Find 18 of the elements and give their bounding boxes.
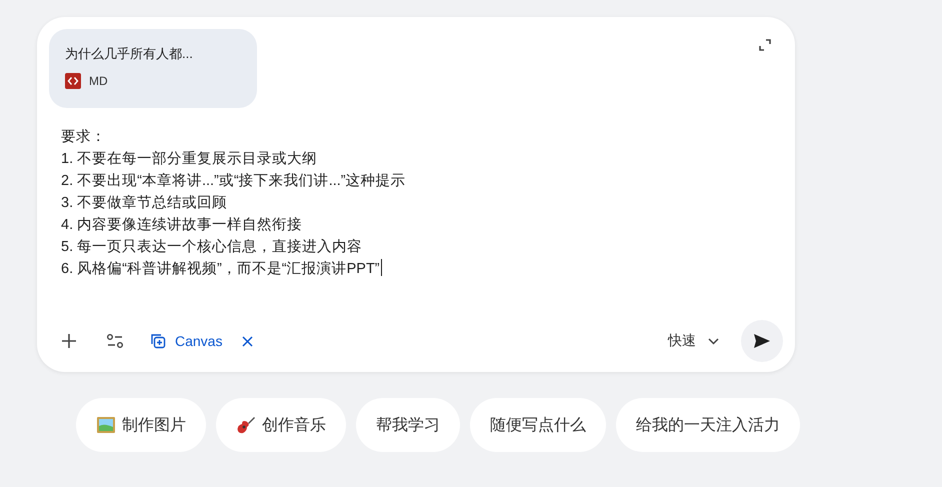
canvas-icon: [149, 332, 167, 350]
suggestion-chip[interactable]: 帮我学习: [356, 398, 460, 452]
canvas-tool-chip[interactable]: Canvas: [141, 323, 230, 359]
framed-picture-icon: [96, 415, 116, 435]
suggestion-chip[interactable]: 制作图片: [76, 398, 206, 452]
suggestion-chip[interactable]: 创作音乐: [216, 398, 346, 452]
text-cursor: [380, 259, 382, 276]
file-type-label: MD: [89, 74, 108, 88]
file-attachment-card[interactable]: 为什么几乎所有人都... MD: [49, 29, 257, 108]
chevron-down-icon: [708, 338, 719, 344]
send-icon[interactable]: [741, 320, 783, 362]
prompt-field[interactable]: 要求： 1. 不要在每一部分重复展示目录或大纲 2. 不要出现“本章将讲...”或“接下来我们讲...”这种提示 3. 不要做章节总结或回顾 4. 内容要像连续讲故事一样自然衔接 5. 每一页只表达一个核心信息，直接进入内容 6. 风格偏“科普讲解视频”，而不是“汇报演讲PPT”: [61, 126, 783, 294]
guitar-icon: [236, 415, 256, 435]
mode-dropdown[interactable]: 快速: [658, 323, 729, 359]
suggestion-chip[interactable]: 随便写点什么: [470, 398, 606, 452]
suggestion-chip[interactable]: 给我的一天注入活力: [616, 398, 800, 452]
code-file-icon: [65, 73, 81, 89]
attachment-title: 为什么几乎所有人都...: [65, 45, 194, 63]
